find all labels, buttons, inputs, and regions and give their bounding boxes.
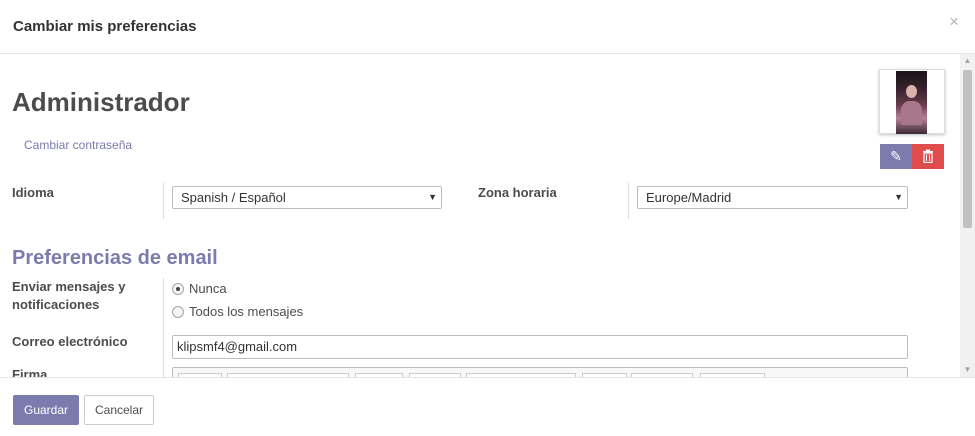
avatar-body-shape [901,101,922,125]
scroll-down-arrow-icon[interactable]: ▼ [960,363,975,377]
notify-never-option[interactable]: Nunca [172,281,227,297]
avatar-face-shape [906,85,917,98]
trash-icon [922,148,934,164]
radio-checked[interactable] [172,283,184,295]
radio-unchecked[interactable] [172,306,184,318]
scroll-up-arrow-icon[interactable]: ▲ [960,54,975,68]
notify-never-label: Nunca [189,281,227,296]
delete-avatar-button[interactable] [912,144,944,169]
language-divider [163,183,164,219]
signature-label: Firma [12,367,48,377]
signature-editor-toolbar[interactable] [172,367,908,377]
dialog-title: Cambiar mis preferencias [13,18,197,35]
notify-all-label: Todos los mensajes [189,304,304,319]
change-password-link[interactable]: Cambiar contraseña [24,138,132,152]
language-select-value: Spanish / Español [181,190,286,205]
timezone-divider [628,183,629,219]
scrollbar-thumb[interactable] [963,70,972,228]
edit-avatar-button[interactable]: ✎ [880,144,912,169]
vertical-scrollbar[interactable]: ▲ ▼ [960,54,975,377]
notify-all-option[interactable]: Todos los mensajes [172,304,303,320]
language-select[interactable]: Spanish / Español ▼ [172,186,442,209]
avatar [879,69,945,134]
pencil-icon: ✎ [890,148,902,164]
email-label: Correo electrónico [12,334,128,349]
dialog-body: Administrador Cambiar contraseña ✎ Idiom… [0,54,975,377]
close-icon[interactable]: × [949,13,959,30]
cancel-button[interactable]: Cancelar [84,395,154,425]
chevron-down-icon: ▼ [894,192,903,202]
notifications-label: Enviar mensajes y notificaciones [12,279,126,312]
email-preferences-title: Preferencias de email [12,247,218,269]
language-label: Idioma [12,185,54,200]
user-name: Administrador [12,87,190,117]
email-section-divider [163,278,164,377]
timezone-select[interactable]: Europe/Madrid ▼ [637,186,908,209]
dialog-header: Cambiar mis preferencias × [0,0,975,54]
timezone-select-value: Europe/Madrid [646,190,732,205]
timezone-label: Zona horaria [478,185,557,200]
avatar-image [896,71,927,134]
email-field[interactable]: klipsmf4@gmail.com [172,335,908,359]
save-button[interactable]: Guardar [13,395,79,425]
dialog-footer: Guardar Cancelar [0,377,975,436]
chevron-down-icon: ▼ [428,192,437,202]
